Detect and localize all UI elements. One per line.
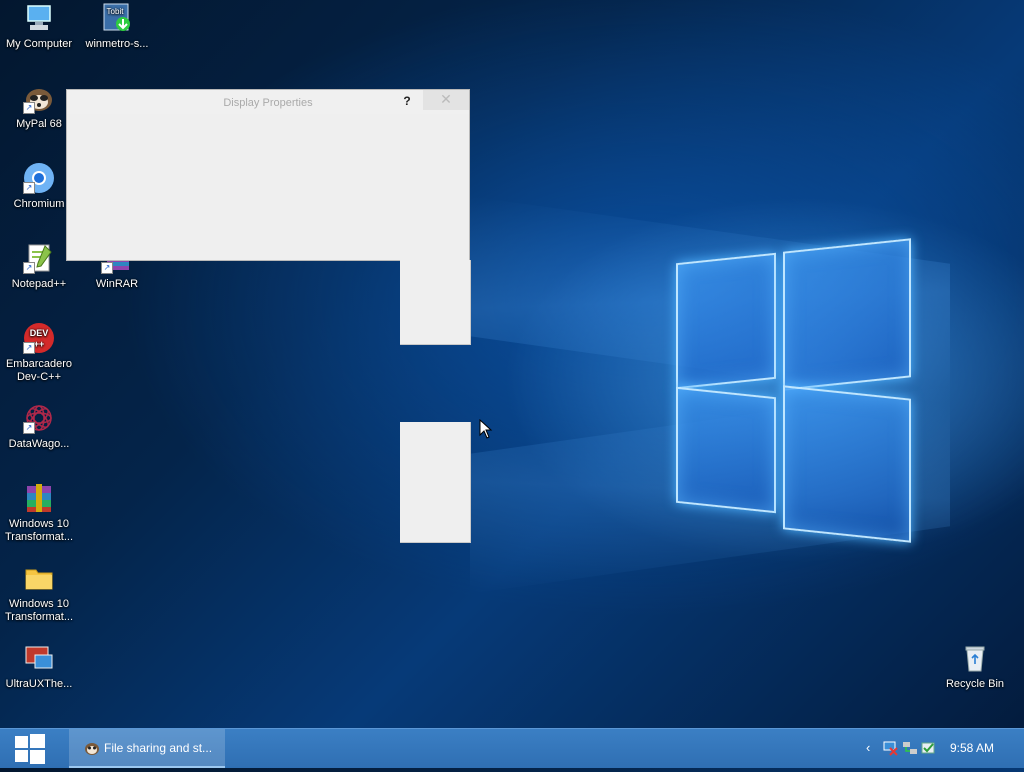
tobit-installer-icon: Tobit — [101, 2, 133, 34]
shortcut-arrow-icon: ↗ — [23, 182, 35, 194]
desktop-icon-my-computer[interactable]: My Computer — [0, 2, 78, 51]
shortcut-arrow-icon: ↗ — [23, 262, 35, 274]
desktop-icon-label: UltraUXThe... — [5, 678, 73, 690]
dialog-render-fragment — [400, 260, 471, 345]
desktop-icon-label: My Computer — [5, 38, 73, 50]
dialog-render-fragment — [400, 422, 471, 543]
winrar-archive-icon — [23, 482, 55, 514]
display-properties-dialog[interactable]: Display Properties ? ✕ — [66, 89, 470, 261]
desktop-icon-datawagon[interactable]: ↗ DataWago... — [0, 402, 78, 451]
shortcut-arrow-icon: ↗ — [101, 262, 113, 274]
computer-icon — [23, 2, 55, 34]
shortcut-arrow-icon: ↗ — [23, 422, 35, 434]
security-icon[interactable] — [920, 740, 936, 759]
system-tray: ‹ 9:58 AM — [864, 729, 1024, 769]
desktop-icon-label: Notepad++ — [11, 278, 67, 290]
devcpp-icon: DEV ++ ↗ — [23, 322, 55, 354]
dialog-help-button[interactable]: ? — [399, 92, 415, 110]
desktop-icon-devcpp[interactable]: DEV ++ ↗ Embarcadero Dev-C++ — [0, 322, 78, 384]
desktop-icon-winmetro[interactable]: Tobit winmetro-s... — [78, 2, 156, 51]
svg-text:++: ++ — [34, 339, 45, 349]
shortcut-arrow-icon: ↗ — [23, 102, 35, 114]
taskbar-button-label: File sharing and st... — [104, 741, 213, 755]
taskbar: File sharing and st... ‹ 9:58 AM — [0, 728, 1024, 768]
desktop-icon-label: winmetro-s... — [85, 38, 149, 50]
network-icon[interactable] — [902, 740, 918, 759]
desktop-icon-label: Recycle Bin — [945, 678, 1005, 690]
mypal-browser-icon: ↗ — [23, 82, 55, 114]
ultrauxtheme-icon — [23, 642, 55, 674]
notepadpp-icon: ↗ — [23, 242, 55, 274]
taskbar-clock[interactable]: 9:58 AM — [950, 741, 994, 755]
desktop-icon-label: Embarcadero Dev-C++ — [5, 358, 73, 383]
desktop-icon-label: Windows 10 Transformat... — [4, 598, 74, 623]
tray-overflow-chevron[interactable]: ‹ — [866, 740, 870, 755]
desktop-icon-label: Windows 10 Transformat... — [4, 518, 74, 543]
dialog-titlebar[interactable]: Display Properties ? ✕ — [67, 90, 469, 114]
dialog-close-button[interactable]: ✕ — [423, 90, 469, 110]
desktop-icon-label: DataWago... — [8, 438, 70, 450]
desktop-icon-recycle-bin[interactable]: Recycle Bin — [936, 642, 1014, 691]
start-button[interactable] — [0, 729, 60, 769]
datawagon-icon: ↗ — [23, 402, 55, 434]
svg-text:DEV: DEV — [30, 328, 49, 338]
network-disconnected-icon[interactable] — [882, 740, 898, 759]
shortcut-arrow-icon: ↗ — [23, 342, 35, 354]
windows-logo-icon — [15, 734, 45, 764]
chromium-icon: ↗ — [23, 162, 55, 194]
desktop-icon-ultrauxtheme[interactable]: UltraUXThe... — [0, 642, 78, 691]
mypal-browser-icon — [84, 740, 100, 759]
desktop-icon-windows10-transformation-archive[interactable]: Windows 10 Transformat... — [0, 482, 78, 544]
recycle-bin-icon — [959, 642, 991, 674]
desktop-icon-label: WinRAR — [95, 278, 139, 290]
folder-icon — [23, 562, 55, 594]
desktop-icon-windows10-transformation-folder[interactable]: Windows 10 Transformat... — [0, 562, 78, 624]
svg-text:Tobit: Tobit — [107, 7, 125, 16]
taskbar-button-file-sharing[interactable]: File sharing and st... — [69, 729, 225, 768]
